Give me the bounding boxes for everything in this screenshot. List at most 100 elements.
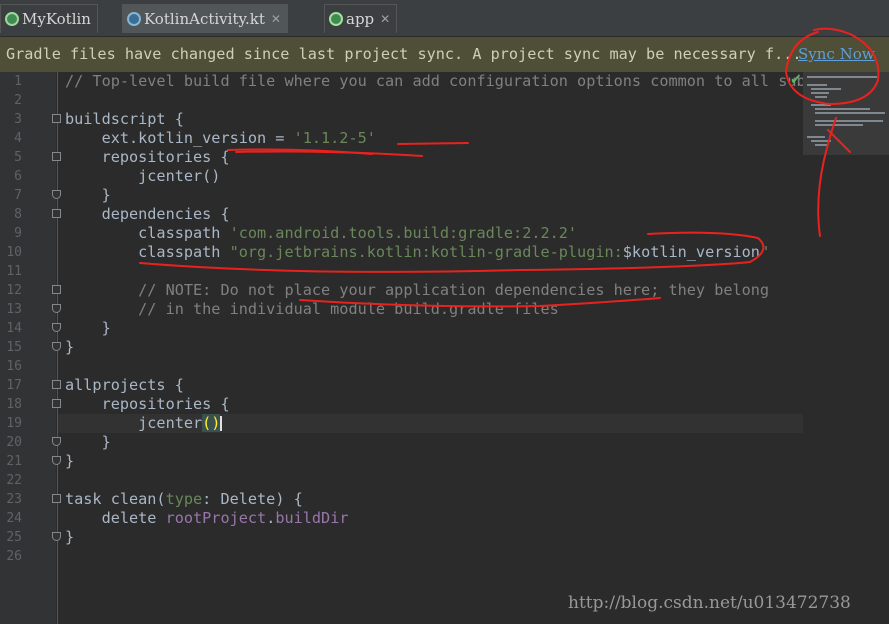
tab-label: MyKotlin <box>22 10 91 28</box>
line-number: 8 <box>14 207 22 222</box>
minimap-line <box>815 96 827 98</box>
gradle-classpath-string: 'com.android.tools.build:gradle:2.2.2' <box>229 224 578 242</box>
code-line-21: } <box>65 452 75 470</box>
fold-icon[interactable] <box>52 456 61 465</box>
code-line-10: classpath "org.jetbrains.kotlin:kotlin-g… <box>65 243 769 262</box>
fold-icon[interactable] <box>52 285 61 294</box>
minimap-line <box>815 108 870 110</box>
line-number: 11 <box>6 264 22 279</box>
line-number: 10 <box>6 245 22 260</box>
minimap-line <box>807 84 827 86</box>
fold-icon[interactable] <box>52 532 61 541</box>
fold-icon[interactable] <box>52 304 61 313</box>
close-icon[interactable]: ✕ <box>380 12 390 26</box>
line-number: 7 <box>14 188 22 203</box>
editor-tab-bar: MyKotlin KotlinActivity.kt ✕ app ✕ <box>0 0 889 37</box>
line-number: 1 <box>14 74 22 89</box>
code-token: buildDir <box>275 509 349 527</box>
kotlin-plugin-string: "org.jetbrains.kotlin:kotlin-gradle-plug… <box>229 243 623 261</box>
fold-icon[interactable] <box>52 114 61 123</box>
code-token: task clean( <box>65 490 166 508</box>
gradle-sync-notification: Gradle files have changed since last pro… <box>0 37 889 72</box>
code-line-6: jcenter() <box>65 167 221 185</box>
code-line-17: allprojects { <box>65 376 184 394</box>
fold-icon[interactable] <box>52 209 61 218</box>
fold-icon[interactable] <box>52 399 61 408</box>
line-number: 4 <box>14 131 22 146</box>
fold-icon[interactable] <box>52 437 61 446</box>
minimap-line <box>815 144 827 146</box>
code-token: ext.kotlin_version = <box>65 129 294 147</box>
line-number: 19 <box>6 416 22 431</box>
code-token: $kotlin_version <box>622 243 760 261</box>
tab-label: app <box>346 10 375 28</box>
fold-icon[interactable] <box>52 323 61 332</box>
matched-brace: () <box>202 414 221 432</box>
code-line-19: jcenter() <box>65 414 223 433</box>
kotlin-version-string: '1.1.2-5' <box>293 129 376 147</box>
code-token: jcenter <box>65 414 203 432</box>
line-number: 14 <box>6 321 22 336</box>
minimap-line <box>815 112 885 114</box>
line-number: 26 <box>6 549 22 564</box>
line-number: 3 <box>14 112 22 127</box>
minimap-line <box>807 76 877 78</box>
line-number: 23 <box>6 492 22 507</box>
code-line-13: // in the individual module build.gradle… <box>65 300 559 318</box>
check-icon: ✔ <box>790 72 802 88</box>
watermark: http://blog.csdn.net/u013472738 <box>568 593 851 613</box>
code-line-25: } <box>65 528 75 546</box>
fold-icon[interactable] <box>52 190 61 199</box>
minimap-line <box>815 120 883 122</box>
minimap-line <box>807 136 825 138</box>
fold-icon[interactable] <box>52 380 61 389</box>
minimap-line <box>811 88 841 90</box>
minimap-line <box>811 140 831 142</box>
line-number: 25 <box>6 530 22 545</box>
code-token: classpath <box>65 243 230 261</box>
line-number: 12 <box>6 283 22 298</box>
fold-icon[interactable] <box>52 494 61 503</box>
fold-icon[interactable] <box>52 152 61 161</box>
line-number: 9 <box>14 226 22 241</box>
code-line-4: ext.kotlin_version = '1.1.2-5' <box>65 129 376 148</box>
line-number: 13 <box>6 302 22 317</box>
line-number: 20 <box>6 435 22 450</box>
code-line-7: } <box>65 186 111 204</box>
line-number: 18 <box>6 397 22 412</box>
line-number: 5 <box>14 150 22 165</box>
gradle-file-icon <box>329 12 343 26</box>
line-number: 17 <box>6 378 22 393</box>
code-line-9: classpath 'com.android.tools.build:gradl… <box>65 224 577 243</box>
line-number: 16 <box>6 359 22 374</box>
fold-icon[interactable] <box>52 342 61 351</box>
code-token: classpath <box>65 224 230 242</box>
kotlin-module-icon <box>5 12 19 26</box>
tab-kotlinactivity[interactable]: KotlinActivity.kt ✕ <box>122 4 288 33</box>
text-caret <box>220 416 223 431</box>
line-number: 6 <box>14 169 22 184</box>
code-line-23: task clean(type: Delete) { <box>65 490 303 509</box>
code-token: . <box>266 509 276 527</box>
tab-app[interactable]: app ✕ <box>324 4 398 33</box>
tab-label: KotlinActivity.kt <box>144 10 265 28</box>
code-line-5: repositories { <box>65 148 230 166</box>
sync-now-link[interactable]: Sync Now <box>798 37 875 72</box>
line-number: 21 <box>6 454 22 469</box>
close-icon[interactable]: ✕ <box>271 12 281 26</box>
code-minimap[interactable] <box>803 72 889 155</box>
code-line-14: } <box>65 319 111 337</box>
notification-text: Gradle files have changed since last pro… <box>6 45 802 63</box>
code-line-1: // Top-level build file where you can ad… <box>65 72 806 90</box>
code-line-18: repositories { <box>65 395 230 413</box>
code-line-8: dependencies { <box>65 205 230 223</box>
code-editor[interactable]: 1 2 3 4 5 6 7 8 9 10 11 12 13 14 15 16 17 18 19 20 21 22 23 24 2… <box>0 72 889 624</box>
code-token: " <box>759 243 770 261</box>
line-number: 15 <box>6 340 22 355</box>
code-token: : Delete) { <box>202 490 303 508</box>
line-number: 2 <box>14 93 22 108</box>
tab-mykotlin[interactable]: MyKotlin <box>0 4 98 33</box>
kotlin-file-icon <box>127 12 141 26</box>
line-number: 22 <box>6 473 22 488</box>
minimap-line <box>811 92 829 94</box>
